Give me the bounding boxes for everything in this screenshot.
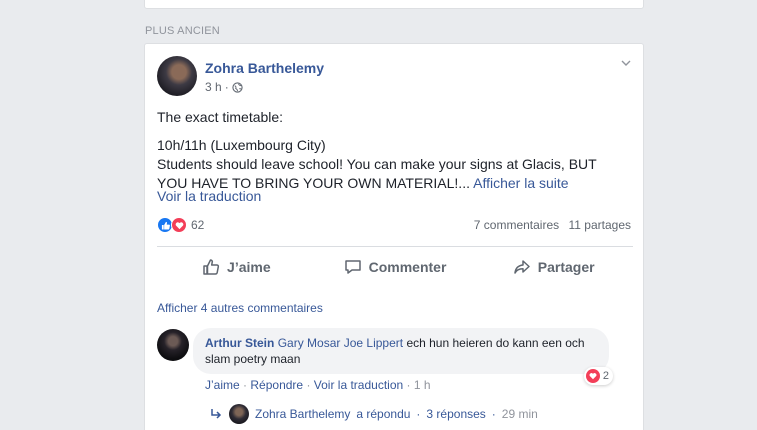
reply-arrow-icon	[211, 409, 222, 419]
reply-author: Zohra Barthelemy	[255, 407, 351, 421]
post-actions: J’aime Commenter Partager	[157, 247, 633, 287]
globe-icon[interactable]	[232, 81, 243, 93]
post-text: The exact timetable: 10h/11h (Luxembourg…	[157, 108, 637, 193]
thumbs-up-icon	[203, 259, 220, 275]
comment-translate-link[interactable]: Voir la traduction	[314, 378, 403, 392]
comment-tag[interactable]: Gary Mosar	[278, 336, 341, 350]
author-avatar[interactable]	[157, 56, 197, 96]
comment-icon	[344, 260, 361, 274]
comments-count[interactable]: 7 commentaires	[474, 218, 559, 232]
comment-button-label: Commenter	[368, 259, 447, 275]
comment-reply-link[interactable]: Répondre	[250, 378, 303, 392]
reply-count: 3 réponses	[426, 407, 486, 421]
post-text-line: Students should leave school! You can ma…	[157, 156, 597, 172]
separator: ·	[406, 378, 411, 392]
share-icon	[514, 260, 530, 274]
replies-summary[interactable]: Zohra Barthelemy a répondu · 3 réponses …	[209, 404, 538, 424]
more-comments-link[interactable]: Afficher 4 autres commentaires	[157, 301, 323, 315]
reply-text: a répondu	[356, 407, 411, 421]
comment-actions: J’aime · Répondre · Voir la traduction ·…	[205, 378, 431, 392]
post-text-line: 10h/11h (Luxembourg City)	[157, 137, 326, 153]
meta-separator: ·	[224, 80, 229, 94]
reactions-count: 62	[191, 218, 205, 232]
separator: ·	[243, 378, 248, 392]
comment-reaction-count: 2	[602, 370, 609, 382]
section-label: PLUS ANCIEN	[145, 25, 220, 37]
commenter-avatar[interactable]	[157, 329, 189, 361]
comments-section: Afficher 4 autres commentaires Arthur St…	[145, 287, 643, 430]
see-more-link[interactable]: Afficher la suite	[473, 175, 568, 191]
comment-like-link[interactable]: J’aime	[205, 378, 240, 392]
reply-author-avatar	[229, 404, 249, 424]
comment-bubble: Arthur Stein Gary Mosar Joe Lippert ech …	[193, 328, 613, 385]
chevron-down-icon[interactable]	[621, 58, 631, 68]
separator: ·	[416, 407, 421, 421]
comment-reactions[interactable]: 2	[583, 367, 613, 385]
post-card: Zohra Barthelemy 3 h · The exact timetab…	[144, 43, 644, 430]
post-text-line: The exact timetable:	[157, 109, 284, 125]
comment-button[interactable]: Commenter	[316, 247, 475, 287]
comment-tag[interactable]: Joe Lippert	[344, 336, 403, 350]
share-button-label: Partager	[537, 259, 595, 275]
shares-count[interactable]: 11 partages	[569, 218, 632, 232]
previous-post-card	[144, 0, 644, 9]
reply-time: 29 min	[501, 407, 538, 421]
share-button[interactable]: Partager	[474, 247, 633, 287]
comment-author[interactable]: Arthur Stein	[205, 336, 274, 350]
comment-time[interactable]: 1 h	[414, 378, 431, 392]
post-meta: 3 h ·	[205, 80, 243, 94]
love-reaction-icon	[171, 217, 187, 233]
reactions-summary[interactable]: 62	[157, 217, 204, 233]
separator: ·	[491, 407, 496, 421]
like-button-label: J’aime	[227, 259, 271, 275]
post-time[interactable]: 3 h	[205, 80, 222, 94]
like-button[interactable]: J’aime	[157, 247, 316, 287]
post-author[interactable]: Zohra Barthelemy	[205, 60, 324, 76]
separator: ·	[306, 378, 311, 392]
translate-link[interactable]: Voir la traduction	[157, 188, 261, 204]
engagement-counts: 7 commentaires 11 partages	[468, 218, 631, 232]
love-reaction-icon	[585, 369, 600, 383]
